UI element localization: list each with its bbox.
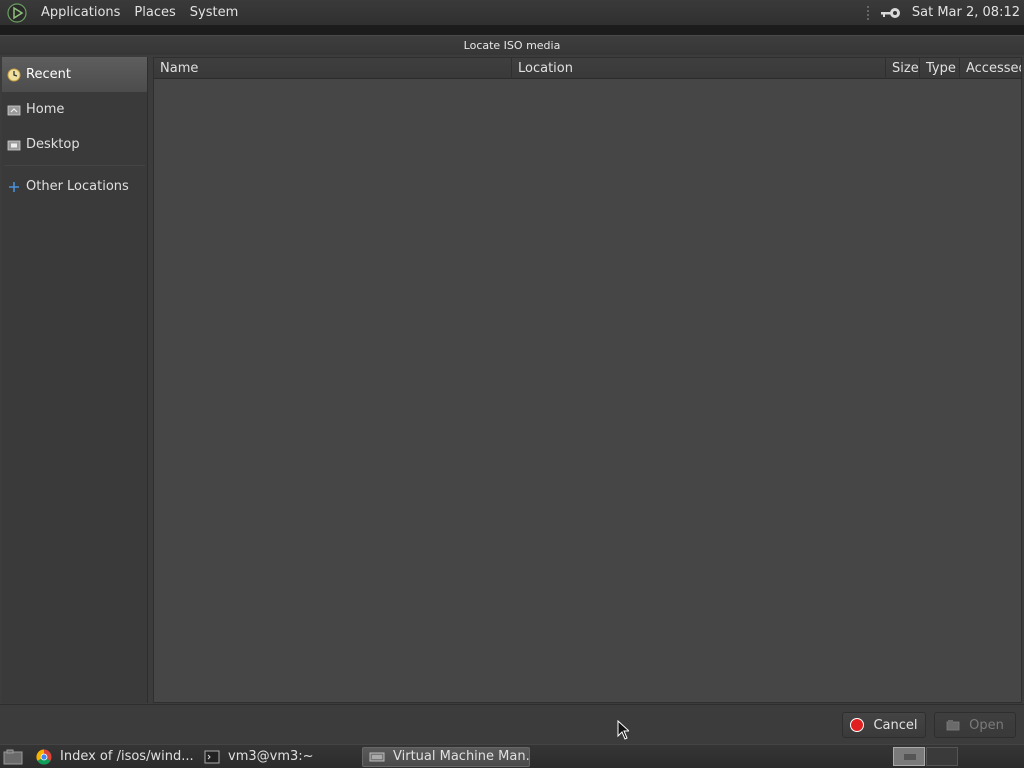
clock[interactable]: Sat Mar 2, 08:12 xyxy=(912,5,1024,20)
sidebar-item-label: Home xyxy=(26,102,65,117)
cancel-button-label: Cancel xyxy=(873,717,918,733)
mouse-cursor-icon xyxy=(617,720,629,740)
column-header-location[interactable]: Location xyxy=(512,58,886,79)
column-header-size[interactable]: Size xyxy=(886,58,920,79)
workspace-2[interactable] xyxy=(926,747,958,766)
sidebar-item-label: Other Locations xyxy=(26,179,129,194)
recent-clock-icon xyxy=(7,68,21,82)
workspace-window-thumbnail xyxy=(904,754,916,760)
sidebar-item-label: Recent xyxy=(26,67,71,82)
background-window-edge xyxy=(0,25,1024,35)
show-desktop-icon[interactable] xyxy=(2,748,24,766)
sidebar-item-label: Desktop xyxy=(26,137,80,152)
open-button-label: Open xyxy=(969,717,1004,733)
sidebar-separator xyxy=(4,165,145,166)
taskbar-item-label: Index of /isos/wind... xyxy=(60,749,194,764)
taskbar-item-terminal[interactable]: vm3@vm3:~ xyxy=(198,747,362,767)
locate-iso-dialog: Locate ISO media Recent Home Desktop Oth… xyxy=(0,35,1024,744)
applications-menu[interactable]: Applications xyxy=(34,0,127,25)
virt-manager-icon xyxy=(369,752,385,761)
top-panel: Applications Places System Sat Mar 2, 08… xyxy=(0,0,1024,25)
dialog-button-bar: Cancel Open xyxy=(0,704,1024,744)
places-sidebar: Recent Home Desktop Other Locations xyxy=(2,57,148,703)
taskbar-item-browser[interactable]: Index of /isos/wind... xyxy=(30,747,198,767)
column-header-type[interactable]: Type xyxy=(920,58,960,79)
workspace-1[interactable] xyxy=(893,747,925,766)
sidebar-item-other-locations[interactable]: Other Locations xyxy=(2,169,147,204)
open-folder-icon xyxy=(946,720,960,731)
taskbar-item-virt-manager[interactable]: Virtual Machine Man... xyxy=(362,746,530,767)
taskbar-item-label: vm3@vm3:~ xyxy=(228,749,314,764)
sidebar-item-home[interactable]: Home xyxy=(2,92,147,127)
chrome-icon xyxy=(36,748,52,765)
dialog-title: Locate ISO media xyxy=(0,36,1024,55)
terminal-icon xyxy=(204,750,220,763)
tray-handle xyxy=(865,4,870,21)
open-button[interactable]: Open xyxy=(934,712,1016,738)
home-folder-icon xyxy=(7,103,21,117)
plus-icon xyxy=(7,180,21,194)
taskbar-item-label: Virtual Machine Man... xyxy=(393,749,530,764)
column-header-accessed[interactable]: Accessed xyxy=(960,58,1021,79)
column-header-name[interactable]: Name xyxy=(154,58,512,79)
stop-icon xyxy=(850,718,865,732)
distro-logo-icon[interactable] xyxy=(6,2,28,23)
cancel-button[interactable]: Cancel xyxy=(842,712,926,738)
bottom-taskbar: Index of /isos/wind... vm3@vm3:~ Virtual… xyxy=(0,744,1024,768)
file-list[interactable]: Name Location Size Type Accessed xyxy=(153,57,1022,703)
sidebar-item-desktop[interactable]: Desktop xyxy=(2,127,147,162)
desktop-folder-icon xyxy=(7,138,21,152)
sidebar-item-recent[interactable]: Recent xyxy=(2,57,147,92)
system-tray: Sat Mar 2, 08:12 xyxy=(865,0,1024,25)
column-header-row: Name Location Size Type Accessed xyxy=(154,58,1021,79)
places-menu[interactable]: Places xyxy=(127,0,182,25)
keyring-icon[interactable] xyxy=(880,6,902,20)
system-menu[interactable]: System xyxy=(183,0,245,25)
